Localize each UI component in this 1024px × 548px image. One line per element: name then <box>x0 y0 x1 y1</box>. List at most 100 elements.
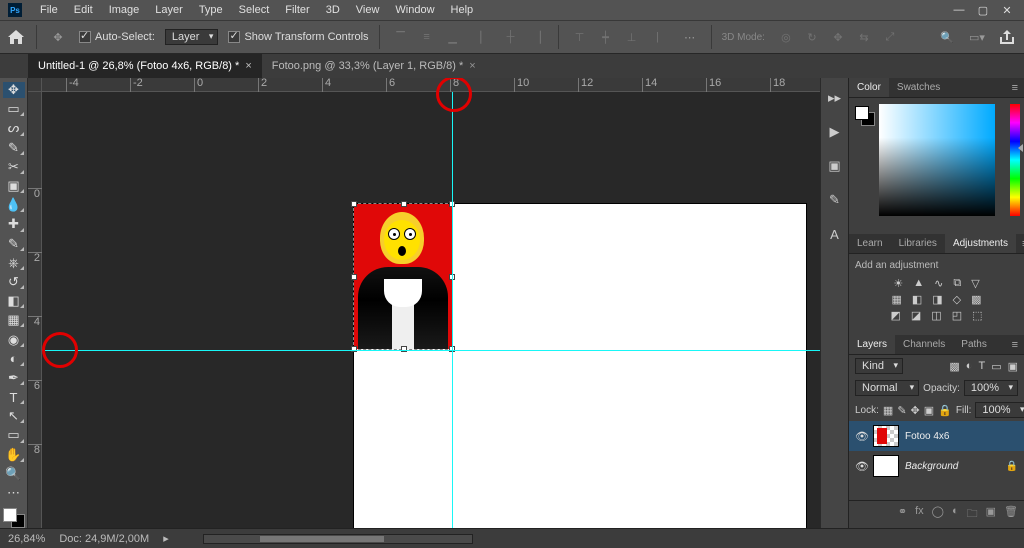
visibility-icon[interactable]: 👁 <box>855 430 867 443</box>
selective-color-icon[interactable]: ⬚ <box>972 309 982 322</box>
document-tab-1[interactable]: Untitled-1 @ 26,8% (Fotoo 4x6, RGB/8) * … <box>28 54 262 78</box>
filter-pixel-icon[interactable]: ▩ <box>949 360 959 373</box>
align-vcenter-icon[interactable]: ≡ <box>416 26 438 48</box>
close-icon[interactable]: × <box>245 60 251 72</box>
lasso-tool[interactable]: ᔕ <box>3 120 25 136</box>
menu-view[interactable]: View <box>348 0 388 20</box>
layer-name[interactable]: Fotoo 4x6 <box>905 431 949 442</box>
glyphs-panel-icon[interactable]: A <box>825 226 845 242</box>
brush-settings-icon[interactable]: ✎ <box>825 192 845 208</box>
filter-type-icon[interactable]: T <box>978 360 985 373</box>
restore-button[interactable]: ▢ <box>972 3 994 17</box>
dist-vcenter-icon[interactable]: ┿ <box>595 26 617 48</box>
dodge-tool[interactable]: ◐ <box>3 351 25 367</box>
panel-menu-icon[interactable]: ≡ <box>1006 339 1024 351</box>
tab-libraries[interactable]: Libraries <box>891 234 945 253</box>
menu-edit[interactable]: Edit <box>66 0 101 20</box>
foreground-background-swatch[interactable] <box>3 508 25 528</box>
share-icon[interactable] <box>996 26 1018 48</box>
levels-icon[interactable]: ▲ <box>913 277 924 290</box>
align-right-icon[interactable]: ▕ <box>526 26 548 48</box>
tab-adjustments[interactable]: Adjustments <box>945 234 1016 253</box>
menu-select[interactable]: Select <box>231 0 278 20</box>
new-layer-icon[interactable]: ▣ <box>986 505 996 524</box>
filter-smart-icon[interactable]: ▣ <box>1008 360 1018 373</box>
hand-tool[interactable]: ✋ <box>3 447 25 463</box>
device-preview-icon[interactable]: ▣ <box>825 158 845 174</box>
minimize-button[interactable]: — <box>948 3 970 17</box>
align-bottom-icon[interactable]: ▁ <box>442 26 464 48</box>
tab-channels[interactable]: Channels <box>895 335 953 354</box>
link-layers-icon[interactable]: ⚭ <box>898 505 907 524</box>
align-top-icon[interactable]: ▔ <box>390 26 412 48</box>
canvas-viewport[interactable] <box>42 92 820 528</box>
search-icon[interactable]: 🔍 <box>936 26 958 48</box>
color-balance-icon[interactable]: ◧ <box>912 293 922 306</box>
color-picker-field[interactable] <box>879 104 995 216</box>
move-tool-icon[interactable]: ✥ <box>47 26 69 48</box>
align-hcenter-icon[interactable]: ┼ <box>500 26 522 48</box>
fill-field[interactable]: 100% <box>975 402 1024 418</box>
more-options-icon[interactable]: ⋯ <box>679 26 701 48</box>
vertical-ruler[interactable]: 02468 <box>28 92 42 528</box>
tab-layers[interactable]: Layers <box>849 335 895 354</box>
tab-paths[interactable]: Paths <box>953 335 995 354</box>
group-icon[interactable]: 🗀 <box>967 505 978 524</box>
auto-select-target-dropdown[interactable]: Layer <box>165 29 219 45</box>
resize-handle-sw[interactable] <box>351 346 357 352</box>
resize-handle-s[interactable] <box>401 346 407 352</box>
posterize-icon[interactable]: ◪ <box>911 309 921 322</box>
panel-menu-icon[interactable]: ≡ <box>1016 238 1024 250</box>
resize-handle-n[interactable] <box>401 201 407 207</box>
history-panel-icon[interactable]: ▶ <box>825 124 845 140</box>
resize-handle-nw[interactable] <box>351 201 357 207</box>
zoom-tool[interactable]: 🔍 <box>3 466 25 482</box>
channel-mixer-icon[interactable]: ▩ <box>971 293 981 306</box>
brightness-icon[interactable]: ☀ <box>893 277 903 290</box>
edit-toolbar[interactable]: ⋯ <box>3 485 25 501</box>
marquee-tool[interactable]: ▭ <box>3 101 25 117</box>
path-select-tool[interactable]: ↖ <box>3 408 25 424</box>
menu-layer[interactable]: Layer <box>147 0 191 20</box>
dist-top-icon[interactable]: ⊤ <box>569 26 591 48</box>
home-icon[interactable] <box>6 27 26 47</box>
lock-all-icon[interactable]: 🔒 <box>938 404 952 417</box>
document-tab-2[interactable]: Fotoo.png @ 33,3% (Layer 1, RGB/8) * × <box>262 54 486 78</box>
tab-learn[interactable]: Learn <box>849 234 891 253</box>
curves-icon[interactable]: ∿ <box>934 277 943 290</box>
filter-adjust-icon[interactable]: ◐ <box>966 360 973 373</box>
photo-filter-icon[interactable]: ◇ <box>953 293 961 306</box>
hue-slider[interactable] <box>1010 104 1020 216</box>
frame-tool[interactable]: ▣ <box>3 178 25 194</box>
quick-select-tool[interactable]: ✎ <box>3 140 25 156</box>
align-left-icon[interactable]: ▏ <box>474 26 496 48</box>
menu-help[interactable]: Help <box>443 0 482 20</box>
lock-artboard-icon[interactable]: ▣ <box>924 404 934 417</box>
panel-fg-bg-swatch[interactable] <box>855 106 875 126</box>
workspace-icon[interactable]: ▭▾ <box>966 26 988 48</box>
hue-saturation-icon[interactable]: ▦ <box>891 293 901 306</box>
menu-type[interactable]: Type <box>191 0 231 20</box>
crop-tool[interactable]: ✂ <box>3 159 25 175</box>
blur-tool[interactable]: ◉ <box>3 331 25 347</box>
lock-transparency-icon[interactable]: ▦ <box>883 404 893 417</box>
transform-bounding-box[interactable] <box>353 203 453 350</box>
layer-row[interactable]: 👁 Background 🔒 <box>849 451 1024 481</box>
shape-tool[interactable]: ▭ <box>3 427 25 443</box>
dist-left-icon[interactable]: | <box>647 26 669 48</box>
tab-color[interactable]: Color <box>849 78 889 97</box>
doc-size[interactable]: Doc: 24,9M/2,00M <box>59 533 149 545</box>
horizontal-guide[interactable] <box>42 350 820 351</box>
eyedropper-tool[interactable]: 💧 <box>3 197 25 213</box>
gradient-map-icon[interactable]: ◰ <box>952 309 962 322</box>
gradient-tool[interactable]: ▦ <box>3 312 25 328</box>
horizontal-scrollbar[interactable] <box>203 534 473 544</box>
3d-roll-icon[interactable]: ↻ <box>801 26 823 48</box>
exposure-icon[interactable]: ⧉ <box>953 277 961 290</box>
lock-position-icon[interactable]: ✥ <box>911 404 920 417</box>
layer-thumbnail[interactable] <box>873 455 899 477</box>
visibility-icon[interactable]: 👁 <box>855 460 867 473</box>
pen-tool[interactable]: ✒ <box>3 370 25 386</box>
3d-pan-icon[interactable]: ✥ <box>827 26 849 48</box>
type-tool[interactable]: T <box>3 389 25 405</box>
